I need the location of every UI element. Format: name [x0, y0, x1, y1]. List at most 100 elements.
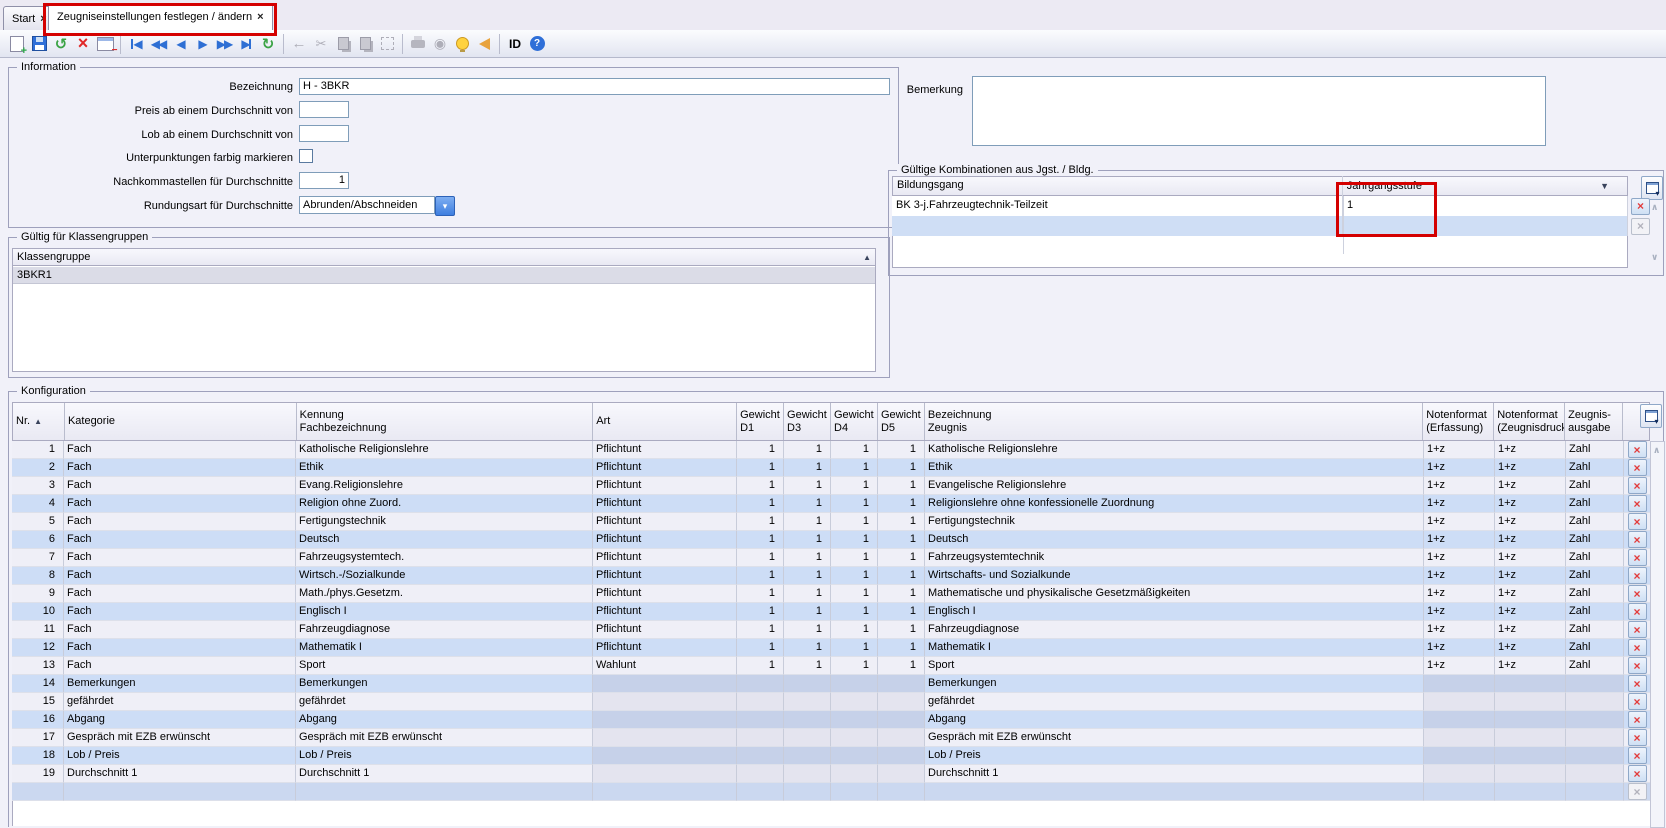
id-button[interactable]: ID [504, 33, 526, 55]
column-header-d3[interactable]: Gewicht D3 [784, 403, 831, 440]
konfiguration-row[interactable]: 18Lob / PreisLob / PreisLob / Preis× [12, 747, 1650, 765]
column-header-d5[interactable]: Gewicht D5 [878, 403, 925, 440]
save-button[interactable] [28, 33, 50, 55]
konfiguration-row[interactable]: 15gefährdetgefährdetgefährdet× [12, 693, 1650, 711]
preis-input[interactable] [299, 101, 349, 118]
konfiguration-row[interactable]: 19Durchschnitt 1Durchschnitt 1Durchschni… [12, 765, 1650, 783]
konfiguration-row[interactable]: 13FachSportWahlunt1111Sport1+z1+zZahl× [12, 657, 1650, 675]
column-header-d4[interactable]: Gewicht D4 [831, 403, 878, 440]
tab-start-close-icon[interactable]: × [40, 13, 46, 25]
cell-nf_druck: 1+z [1495, 459, 1566, 477]
help-button[interactable] [526, 33, 548, 55]
hint-button[interactable] [451, 33, 473, 55]
next-record-button[interactable]: ▶ [191, 33, 213, 55]
notification-button[interactable] [473, 33, 495, 55]
column-header-nr[interactable]: Nr.▲ [13, 403, 65, 440]
konfiguration-row[interactable]: 12FachMathematik IPflichtunt1111Mathemat… [12, 639, 1650, 657]
cell-art: Pflichtunt [593, 513, 737, 531]
new-row[interactable]: × [12, 783, 1650, 801]
konfiguration-row[interactable]: 4FachReligion ohne Zuord.Pflichtunt1111R… [12, 495, 1650, 513]
delete-row-button[interactable]: × [1628, 693, 1647, 710]
undo-button[interactable] [50, 33, 72, 55]
scroll-up-icon[interactable]: ∧ [1651, 202, 1658, 213]
konfiguration-row[interactable]: 3FachEvang.ReligionslehrePflichtunt1111E… [12, 477, 1650, 495]
cell-bezeichnung: Evangelische Religionslehre [925, 477, 1424, 495]
column-header-art[interactable]: Art [593, 403, 737, 440]
delete-row-button[interactable]: × [1628, 747, 1647, 764]
cell-bezeichnung: Wirtschafts- und Sozialkunde [925, 567, 1424, 585]
konfiguration-row[interactable]: 2FachEthikPflichtunt1111Ethik1+z1+zZahl× [12, 459, 1650, 477]
unterpunktungen-checkbox[interactable] [299, 149, 313, 163]
column-header-nf_erf[interactable]: Notenformat (Erfassung) [1423, 403, 1494, 440]
column-header-kategorie[interactable]: Kategorie [65, 403, 297, 440]
delete-row-button[interactable]: × [1628, 549, 1647, 566]
scroll-up-icon[interactable]: ∧ [1653, 445, 1666, 456]
cell-kategorie: Fach [64, 585, 296, 603]
delete-row-button[interactable]: × [1628, 639, 1647, 656]
delete-row-button[interactable]: × [1628, 675, 1647, 692]
fast-back-button[interactable]: ◀◀ [147, 33, 169, 55]
delete-row-button[interactable]: × [1631, 198, 1650, 215]
konfiguration-row[interactable]: 17Gespräch mit EZB erwünschtGespräch mit… [12, 729, 1650, 747]
delete-row-button[interactable]: × [1628, 531, 1647, 548]
column-header-klassengruppe[interactable]: Klassengruppe ▲ [12, 248, 876, 266]
filter-dropdown-icon[interactable]: ▼ [1600, 177, 1609, 196]
last-record-button[interactable]: ▶ [235, 33, 257, 55]
column-header-bildungsgang[interactable]: Bildungsgang [893, 176, 1343, 196]
first-record-button[interactable]: ◀ [125, 33, 147, 55]
delete-row-button[interactable]: × [1628, 657, 1647, 674]
delete-row-button[interactable]: × [1628, 459, 1647, 476]
delete-row-button[interactable]: × [1628, 513, 1647, 530]
tab-zeugniseinstellungen-close-icon[interactable]: × [257, 11, 263, 23]
konfiguration-row[interactable]: 14BemerkungenBemerkungenBemerkungen× [12, 675, 1650, 693]
cell-d3: 1 [784, 459, 831, 477]
konfiguration-row[interactable]: 11FachFahrzeugdiagnosePflichtunt1111Fahr… [12, 621, 1650, 639]
delete-row-button[interactable]: × [1628, 567, 1647, 584]
konfiguration-scrollbar[interactable]: ∧ [1650, 441, 1665, 828]
delete-row-button[interactable]: × [1628, 621, 1647, 638]
konfiguration-column-chooser-button[interactable] [1640, 404, 1662, 428]
delete-row-button[interactable]: × [1628, 441, 1647, 458]
column-header-nf_druck[interactable]: Notenformat (Zeugnisdruck) [1494, 403, 1565, 440]
konfiguration-row[interactable]: 10FachEnglisch IPflichtunt1111Englisch I… [12, 603, 1650, 621]
bemerkung-textarea[interactable] [972, 76, 1546, 146]
kombination-row[interactable]: BK 3-j.Fahrzeugtechnik-Teilzeit1× [892, 196, 1650, 216]
new-record-button[interactable] [6, 33, 28, 55]
konfiguration-row[interactable]: 7FachFahrzeugsystemtech.Pflichtunt1111Fa… [12, 549, 1650, 567]
delete-row-button[interactable]: × [1628, 585, 1647, 602]
konfiguration-row[interactable]: 9FachMath./phys.Gesetzm.Pflichtunt1111Ma… [12, 585, 1650, 603]
column-header-d1[interactable]: Gewicht D1 [737, 403, 784, 440]
delete-row-button[interactable]: × [1628, 711, 1647, 728]
scroll-down-icon[interactable]: ∨ [1651, 252, 1658, 263]
delete-row-button[interactable]: × [1628, 477, 1647, 494]
previous-record-button[interactable]: ◀ [169, 33, 191, 55]
delete-row-button[interactable]: × [1628, 765, 1647, 782]
kombination-row[interactable]: × [892, 216, 1650, 236]
delete-row-button[interactable]: × [1628, 729, 1647, 746]
nachkommastellen-input[interactable]: 1 [299, 172, 349, 189]
delete-button[interactable] [72, 33, 94, 55]
cell-nf_druck [1495, 765, 1566, 783]
fast-forward-button[interactable]: ▶▶ [213, 33, 235, 55]
cell-nf_druck: 1+z [1495, 639, 1566, 657]
cell-d1 [737, 711, 784, 729]
edit-form-button[interactable] [94, 33, 116, 55]
column-header-bezeichnung[interactable]: Bezeichnung Zeugnis [925, 403, 1423, 440]
delete-row-button[interactable]: × [1628, 495, 1647, 512]
refresh-button[interactable] [257, 33, 279, 55]
column-header-jahrgangsstufe[interactable]: Jahrgangsstufe ▼ [1343, 176, 1627, 196]
konfiguration-row[interactable]: 6FachDeutschPflichtunt1111Deutsch1+z1+zZ… [12, 531, 1650, 549]
rundungsart-dropdown-button[interactable]: ▾ [435, 196, 455, 216]
rundungsart-select[interactable]: Abrunden/Abschneiden ▾ [299, 196, 455, 216]
konfiguration-row[interactable]: 8FachWirtsch.-/SozialkundePflichtunt1111… [12, 567, 1650, 585]
konfiguration-row[interactable]: 1FachKatholische ReligionslehrePflichtun… [12, 441, 1650, 459]
konfiguration-row[interactable]: 16AbgangAbgangAbgang× [12, 711, 1650, 729]
lob-input[interactable] [299, 125, 349, 142]
delete-row-button[interactable]: × [1628, 603, 1647, 620]
save-icon [32, 36, 47, 51]
klassengruppe-row[interactable]: 3BKR1 [13, 267, 875, 284]
konfiguration-row[interactable]: 5FachFertigungstechnikPflichtunt1111Fert… [12, 513, 1650, 531]
tab-zeugniseinstellungen[interactable]: Zeugniseinstellungen festlegen / ändern … [48, 3, 273, 30]
column-header-ausgabe[interactable]: Zeugnis- ausgabe [1565, 403, 1623, 440]
column-header-kennung[interactable]: Kennung Fachbezeichnung [297, 403, 594, 440]
